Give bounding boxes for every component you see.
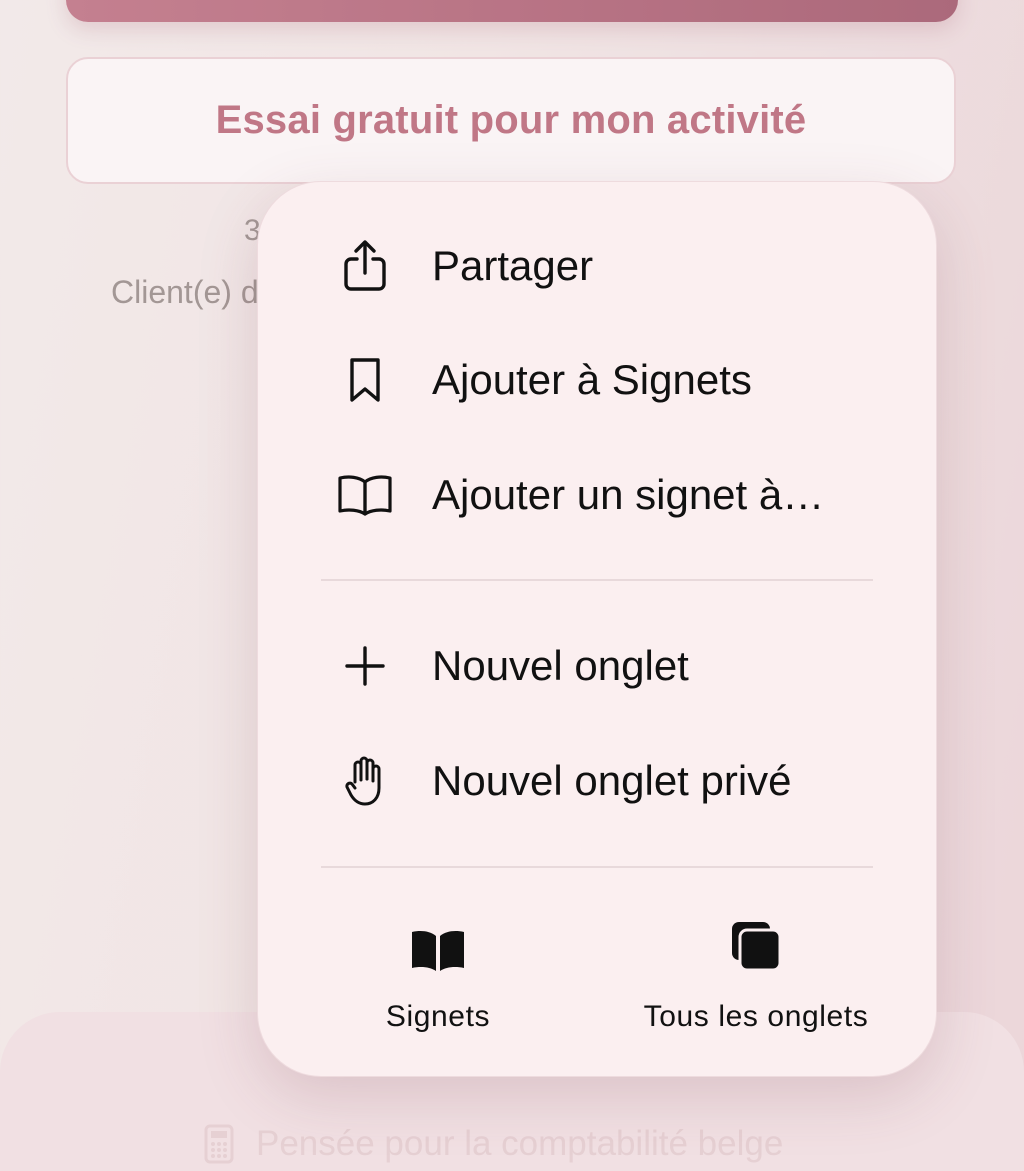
menu-item-label: Ajouter à Signets [432, 356, 752, 403]
bookmark-icon [332, 347, 398, 413]
menu-item-new-tab[interactable]: Nouvel onglet [258, 616, 938, 716]
menu-item-label: Ajouter un signet à… [432, 471, 825, 518]
plus-icon [332, 633, 398, 699]
book-filled-icon [410, 902, 466, 972]
tabs-icon [730, 902, 782, 972]
browser-context-menu: Partager Ajouter à Signets Ajouter un si… [257, 181, 937, 1077]
menu-item-new-private-tab[interactable]: Nouvel onglet privé [258, 731, 938, 831]
share-icon [332, 233, 398, 299]
menu-item-share[interactable]: Partager [258, 216, 938, 316]
menu-item-add-bookmark[interactable]: Ajouter à Signets [258, 330, 938, 430]
all-tabs-button[interactable]: Tous les onglets [618, 902, 894, 1052]
menu-item-label: Nouvel onglet [432, 642, 689, 689]
all-tabs-button-label: Tous les onglets [643, 1000, 869, 1033]
bookmarks-button[interactable]: Signets [358, 902, 518, 1052]
menu-item-add-bookmark-to[interactable]: Ajouter un signet à… [258, 445, 938, 545]
menu-item-label: Partager [432, 242, 594, 289]
menu-divider [321, 866, 873, 868]
menu-divider [321, 579, 873, 581]
menu-item-label: Nouvel onglet privé [432, 757, 792, 804]
book-outline-icon [332, 462, 398, 528]
bookmarks-button-label: Signets [385, 1000, 491, 1033]
hand-icon [332, 748, 398, 814]
